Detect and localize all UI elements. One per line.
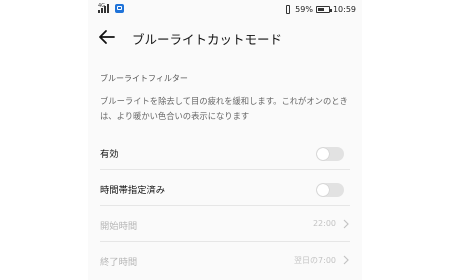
chevron-right-icon [343, 255, 349, 265]
back-button[interactable] [96, 26, 118, 48]
vibrate-icon [285, 4, 292, 14]
setting-label: 時間帯指定済み [100, 185, 166, 196]
battery-icon [315, 5, 332, 13]
arrow-left-icon [99, 30, 115, 44]
enable-toggle[interactable] [316, 147, 344, 161]
setting-label: 開始時間 [100, 221, 138, 232]
phone-screen: 4G 59% 10:59 ブルーライトカットモード ブルーライトフィルター ブル… [88, 0, 362, 280]
start-time-value: 22:00 [312, 219, 336, 228]
end-time-value: 翌日の7:00 [294, 256, 336, 265]
chevron-right-icon [343, 219, 349, 229]
setting-row-end-time[interactable]: 終了時間 翌日の7:00 [88, 242, 362, 278]
setting-row-enable[interactable]: 有効 [88, 134, 362, 170]
section-heading: ブルーライトフィルター [100, 74, 188, 83]
status-right-group: 59% 10:59 [285, 3, 356, 15]
setting-label: 終了時間 [100, 257, 138, 268]
setting-label: 有効 [100, 149, 119, 160]
signal-icon: 4G [98, 3, 110, 13]
status-bar: 4G 59% 10:59 [88, 0, 362, 18]
schedule-toggle[interactable] [316, 183, 344, 197]
app-notification-icon [115, 4, 124, 13]
clock: 10:59 [332, 4, 356, 14]
app-bar: ブルーライトカットモード [88, 18, 362, 56]
section-description: ブルーライトを除去して目の疲れを緩和します。これがオンのときは、より暖かい色合い… [100, 96, 348, 121]
page-title: ブルーライトカットモード [132, 32, 283, 47]
setting-row-scheduled[interactable]: 時間帯指定済み [88, 170, 362, 206]
battery-percentage: 59% [295, 4, 313, 14]
setting-row-start-time[interactable]: 開始時間 22:00 [88, 206, 362, 242]
